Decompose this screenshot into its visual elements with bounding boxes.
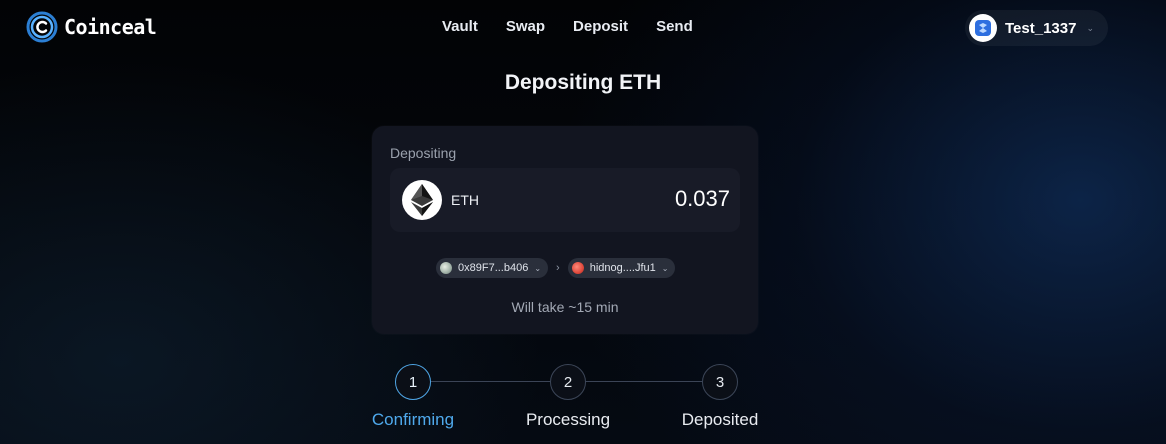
- avatar: [969, 14, 997, 42]
- step-1-circle: 1: [395, 364, 431, 400]
- asset-row: ETH 0.037: [390, 168, 740, 232]
- asset-symbol: ETH: [451, 192, 479, 208]
- chevron-down-icon: ⌄: [1086, 22, 1094, 33]
- brand-logo[interactable]: Coinceal: [26, 11, 157, 43]
- destination-address: hidnog....Jfu1: [589, 262, 656, 274]
- step-2-label: Processing: [525, 410, 611, 429]
- nav-deposit[interactable]: Deposit: [573, 18, 628, 35]
- destination-wallet-selector[interactable]: hidnog....Jfu1 ⌄: [567, 258, 676, 278]
- depositing-label: Depositing: [390, 145, 457, 161]
- asset-amount: 0.037: [674, 186, 730, 211]
- source-wallet-selector[interactable]: 0x89F7...b406 ⌄: [436, 258, 549, 278]
- page-title: Depositing ETH: [504, 71, 662, 94]
- deposit-card: Depositing ETH 0.037 0x89F7...b406 ⌄ › h…: [372, 126, 758, 334]
- main-nav: Vault Swap Deposit Send: [442, 18, 693, 35]
- nav-vault[interactable]: Vault: [442, 18, 478, 35]
- coinceal-logo-icon: [26, 11, 58, 43]
- step-3-label: Deposited: [681, 410, 759, 429]
- destination-avatar-icon: [571, 262, 584, 274]
- transfer-route: 0x89F7...b406 ⌄ › hidnog....Jfu1 ⌄: [436, 258, 676, 278]
- brand-name: Coinceal: [64, 15, 157, 39]
- progress-stepper: 1 2 3 Confirming Processing Deposited: [0, 362, 1166, 444]
- username: Test_1337: [1005, 19, 1077, 37]
- step-connector: [431, 381, 550, 382]
- step-2-circle: 2: [550, 364, 586, 400]
- chevron-down-icon: ⌄: [534, 263, 542, 273]
- chevron-down-icon: ⌄: [661, 263, 669, 273]
- top-header: Coinceal Vault Swap Deposit Send Test_13…: [0, 0, 1166, 56]
- chevron-right-icon: ›: [556, 262, 560, 274]
- ethereum-glyph-icon: [411, 184, 433, 216]
- eta-text: Will take ~15 min: [511, 299, 619, 315]
- ethereum-icon: [402, 180, 442, 220]
- user-menu-button[interactable]: Test_1337 ⌄: [965, 10, 1108, 46]
- step-connector: [585, 381, 702, 382]
- source-address: 0x89F7...b406: [458, 262, 529, 274]
- step-1-label: Confirming: [371, 410, 455, 429]
- nav-send[interactable]: Send: [656, 18, 693, 35]
- blue-glyph-avatar-icon: [975, 20, 991, 36]
- step-3-circle: 3: [702, 364, 738, 400]
- wallet-avatar-icon: [440, 262, 452, 274]
- nav-swap[interactable]: Swap: [506, 18, 545, 35]
